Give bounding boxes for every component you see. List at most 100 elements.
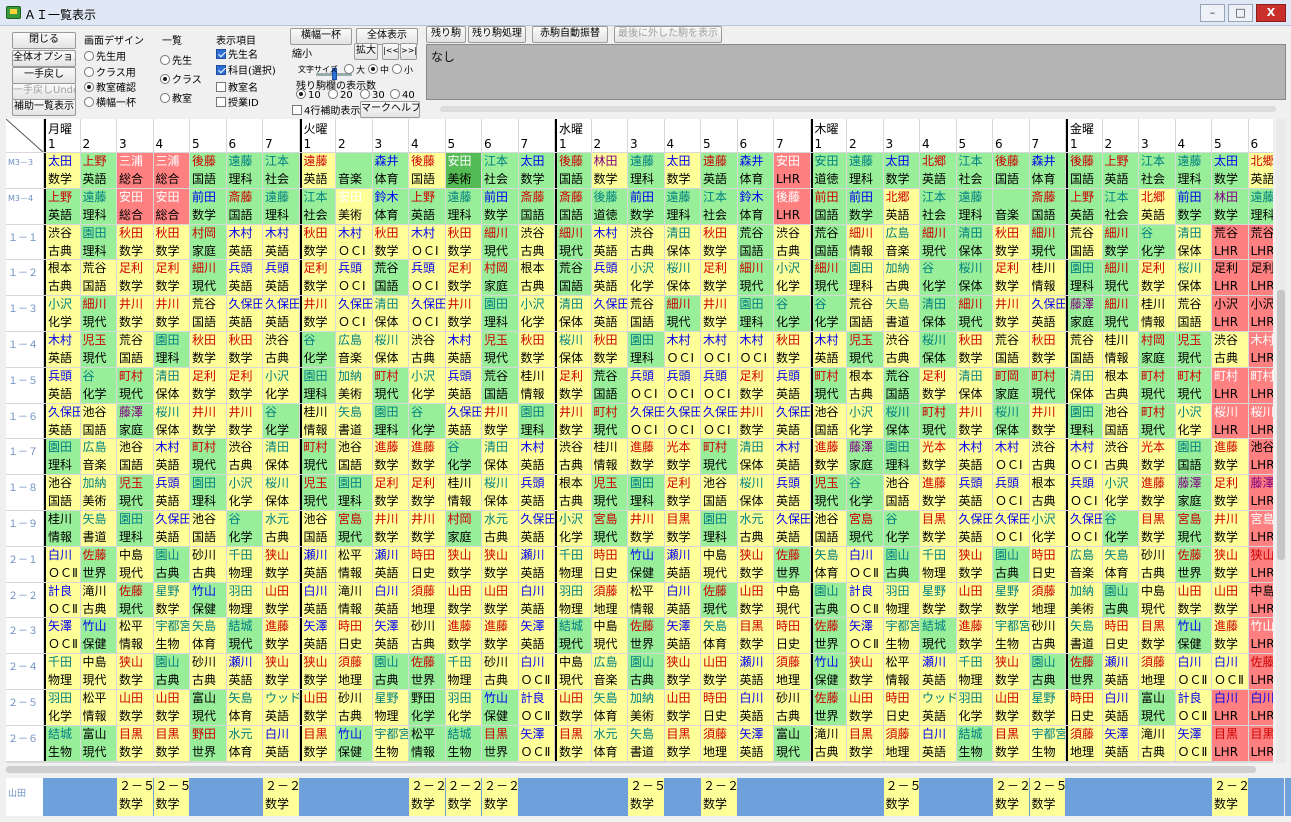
timetable-cell[interactable]: 白川 ＯＣⅡ [1212, 654, 1248, 689]
timetable-cell[interactable]: 前田 国語 [810, 188, 846, 224]
timetable-cell[interactable]: 渋谷 古典 [226, 439, 262, 475]
timetable-cell[interactable]: 荒谷 国語 [482, 367, 518, 403]
timetable-cell[interactable]: 園田 理科 [299, 367, 335, 403]
timetable-cell[interactable]: 瀬川 英語 [372, 546, 408, 582]
timetable-cell[interactable]: 剣淵 音楽 [336, 153, 372, 188]
timetable-cell[interactable]: 安田 総合 [117, 188, 153, 224]
remaining-slot[interactable] [518, 778, 554, 816]
timetable-cell[interactable]: 広島 音楽 [591, 654, 627, 689]
timetable-cell[interactable]: 遠藤 理科 [847, 153, 883, 188]
timetable-cell[interactable]: 山田 数学 [117, 690, 153, 725]
timetable-cell[interactable]: 久保田英語 [774, 511, 810, 546]
timetable-cell[interactable]: 佐藤 世界 [1066, 654, 1102, 689]
remaining-slot[interactable] [920, 778, 956, 816]
minimize-button[interactable]: – [1200, 4, 1225, 22]
timetable-cell[interactable]: 山田 数学 [263, 582, 299, 618]
timetable-cell[interactable]: 佐藤 世界 [810, 690, 846, 725]
timetable-cell[interactable]: 渋谷 古典 [1029, 439, 1065, 475]
remaining-slot[interactable] [810, 778, 846, 816]
remaining-slot[interactable] [1139, 778, 1175, 816]
timetable-cell[interactable]: 江本 社会 [1139, 153, 1175, 188]
remaining-slot[interactable] [1066, 778, 1102, 816]
timetable-cell[interactable]: 矢澤 英語 [299, 618, 335, 654]
auto-replace-button[interactable]: 赤駒自動振替 [532, 26, 608, 43]
timetable-cell[interactable]: 竹山 保健 [810, 654, 846, 689]
timetable-cell[interactable]: 砂川 古典 [190, 546, 226, 582]
timetable-cell[interactable]: 園田 理科 [482, 296, 518, 331]
timetable-cell[interactable]: 遠藤 理科 [226, 153, 262, 188]
timetable-cell[interactable]: 太田 数学 [1212, 153, 1248, 188]
timetable-cell[interactable]: 渋谷 古典 [774, 224, 810, 260]
timetable-cell[interactable]: 白川 英語 [299, 582, 335, 618]
timetable-cell[interactable]: 北郷 英語 [1248, 153, 1273, 188]
timetable-cell[interactable]: 根本 古典 [1102, 367, 1138, 403]
timetable-cell[interactable]: 小沢 LHR [1212, 296, 1248, 331]
timetable-cell[interactable]: 前田 数学 [1175, 188, 1211, 224]
remaining-piece[interactable]: ２－５ 数学 [883, 778, 919, 816]
timetable-cell[interactable]: 秋田 数学 [299, 224, 335, 260]
timetable-cell[interactable]: 井川 数学 [628, 511, 664, 546]
timetable-cell[interactable]: 谷化学 [409, 403, 445, 439]
timetable-cell[interactable]: 時田 日史 [1029, 546, 1065, 582]
timetable-cell[interactable]: 兵頭 ＯＣⅠ [664, 367, 700, 403]
timetable-cell[interactable]: 井川 数学 [190, 403, 226, 439]
timetable-cell[interactable]: 星野 物理 [372, 690, 408, 725]
timetable-cell[interactable]: 白川 英語 [737, 690, 773, 725]
timetable-cell[interactable]: 目黒 数学 [1139, 511, 1175, 546]
timetable-cell[interactable]: 園田 理科 [883, 439, 919, 475]
timetable-cell[interactable]: 須藤 地理 [701, 725, 737, 761]
timetable-cell[interactable]: 狭山 数学 [482, 546, 518, 582]
timetable-cell[interactable]: 荒谷 国語 [1175, 296, 1211, 331]
timetable-cell[interactable]: 井川 数学 [737, 403, 773, 439]
remaining-piece[interactable]: ２－２ 数学 [701, 778, 737, 816]
font-size-medium[interactable]: 中 [368, 63, 389, 76]
timetable-cell[interactable]: 足利 数学 [226, 367, 262, 403]
timetable-cell[interactable]: 園田 理科 [737, 296, 773, 331]
timetable-cell[interactable]: 遠藤 英語 [299, 153, 335, 188]
timetable-cell[interactable]: 白川 英語 [372, 582, 408, 618]
timetable-cell[interactable]: 剣淵 音楽 [993, 188, 1029, 224]
timetable-cell[interactable]: 三浦 総合 [117, 153, 153, 188]
remaining-slot[interactable] [737, 778, 773, 816]
timetable-cell[interactable]: 細川 現代 [190, 260, 226, 296]
timetable-cell[interactable]: 清田 保体 [956, 224, 992, 260]
timetable-cell[interactable]: 桜川 LHR [1212, 403, 1248, 439]
timetable-cell[interactable]: 井川 数学 [153, 296, 189, 331]
timetable-cell[interactable]: 上野 英語 [1102, 153, 1138, 188]
timetable-cell[interactable]: 結城 現代 [555, 618, 591, 654]
timetable-cell[interactable]: 池谷 国語 [810, 403, 846, 439]
timetable-cell[interactable]: 桂川 情報 [44, 511, 80, 546]
timetable-cell[interactable]: 園山 古典 [1029, 654, 1065, 689]
timetable-cell[interactable]: 荒谷 国語 [591, 367, 627, 403]
timetable-cell[interactable]: 砂川 古典 [1029, 618, 1065, 654]
timetable-cell[interactable]: 狭山 LHR [1248, 546, 1273, 582]
timetable-cell[interactable]: 目黒 数学 [555, 725, 591, 761]
timetable-cell[interactable]: 小沢 化学 [518, 296, 554, 331]
timetable-cell[interactable]: 久保田英語 [774, 403, 810, 439]
timetable-cell[interactable]: 木村 ＯＣⅠ [701, 332, 737, 367]
timetable-cell[interactable]: 矢島 書道 [1066, 618, 1102, 654]
remaining-piece[interactable]: ２－５ 数学 [628, 778, 664, 816]
timetable-cell[interactable]: 狭山 数学 [263, 546, 299, 582]
timetable-cell[interactable]: 谷化学 [774, 296, 810, 331]
design-option-full-width[interactable]: 横幅一杯 [84, 94, 136, 109]
timetable-cell[interactable]: 目黒 数学 [920, 511, 956, 546]
timetable-cell[interactable]: 児玉 現代 [591, 475, 627, 510]
timetable-cell[interactable]: 安田 LHR [774, 153, 810, 188]
timetable-cell[interactable]: 砂川 古典 [336, 690, 372, 725]
timetable-cell[interactable]: 町村 現代 [117, 367, 153, 403]
timetable-cell[interactable]: 木村 英語 [518, 439, 554, 475]
timetable-cell[interactable]: 小沢 LHR [1248, 296, 1273, 331]
timetable-cell[interactable]: 細川 現代 [810, 260, 846, 296]
timetable-cell[interactable]: 木村 ＯＣⅠ [737, 332, 773, 367]
timetable-cell[interactable]: 砂川 古典 [774, 690, 810, 725]
timetable-cell[interactable]: 桜川 保体 [664, 260, 700, 296]
timetable-cell[interactable]: 池谷 LHR [1248, 439, 1273, 475]
timetable-cell[interactable]: 瀬川 英語 [518, 546, 554, 582]
timetable-cell[interactable]: 進藤 数学 [409, 439, 445, 475]
last-removed-button[interactable]: 最後に外した駒を表示 [614, 26, 722, 43]
timetable-cell[interactable]: 宇都宮 生物 [993, 618, 1029, 654]
timetable-cell[interactable]: 井川 数学 [372, 511, 408, 546]
timetable-cell[interactable]: 渋谷 古典 [518, 224, 554, 260]
timetable-cell[interactable]: 池谷 国語 [44, 475, 80, 510]
